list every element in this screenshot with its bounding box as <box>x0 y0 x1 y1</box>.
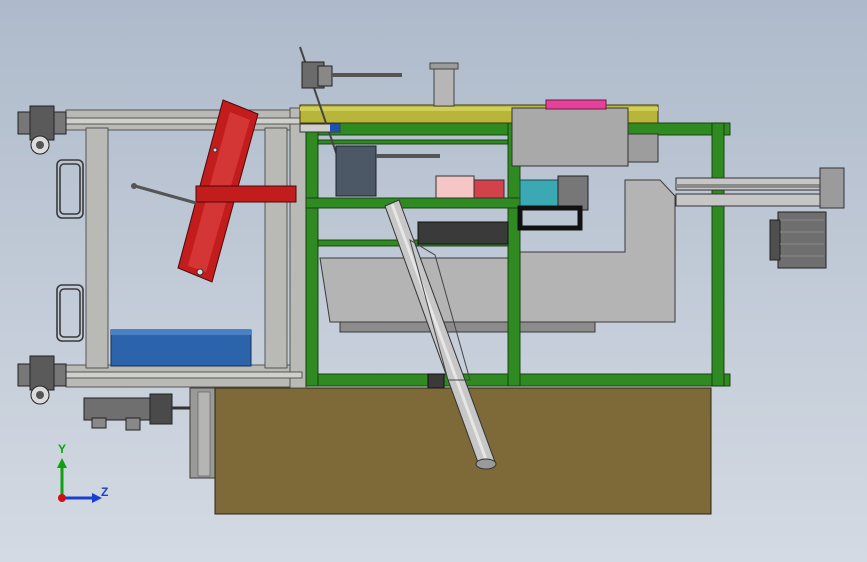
servo-motor <box>769 211 827 269</box>
bottom-motor-assembly <box>83 393 190 431</box>
axis-triad <box>57 458 102 503</box>
cad-assembly-drawing <box>17 46 845 515</box>
lower-caster <box>17 355 67 405</box>
side-panel-handles <box>56 159 84 342</box>
base-block <box>189 387 712 515</box>
axis-y-label: Y <box>58 442 67 456</box>
upper-caster <box>17 105 67 155</box>
chimney <box>429 62 459 107</box>
right-extension <box>675 167 845 209</box>
axis-z-label: Z <box>101 485 109 499</box>
blue-bin <box>110 329 252 367</box>
cad-viewport[interactable]: Y Z <box>0 0 867 562</box>
